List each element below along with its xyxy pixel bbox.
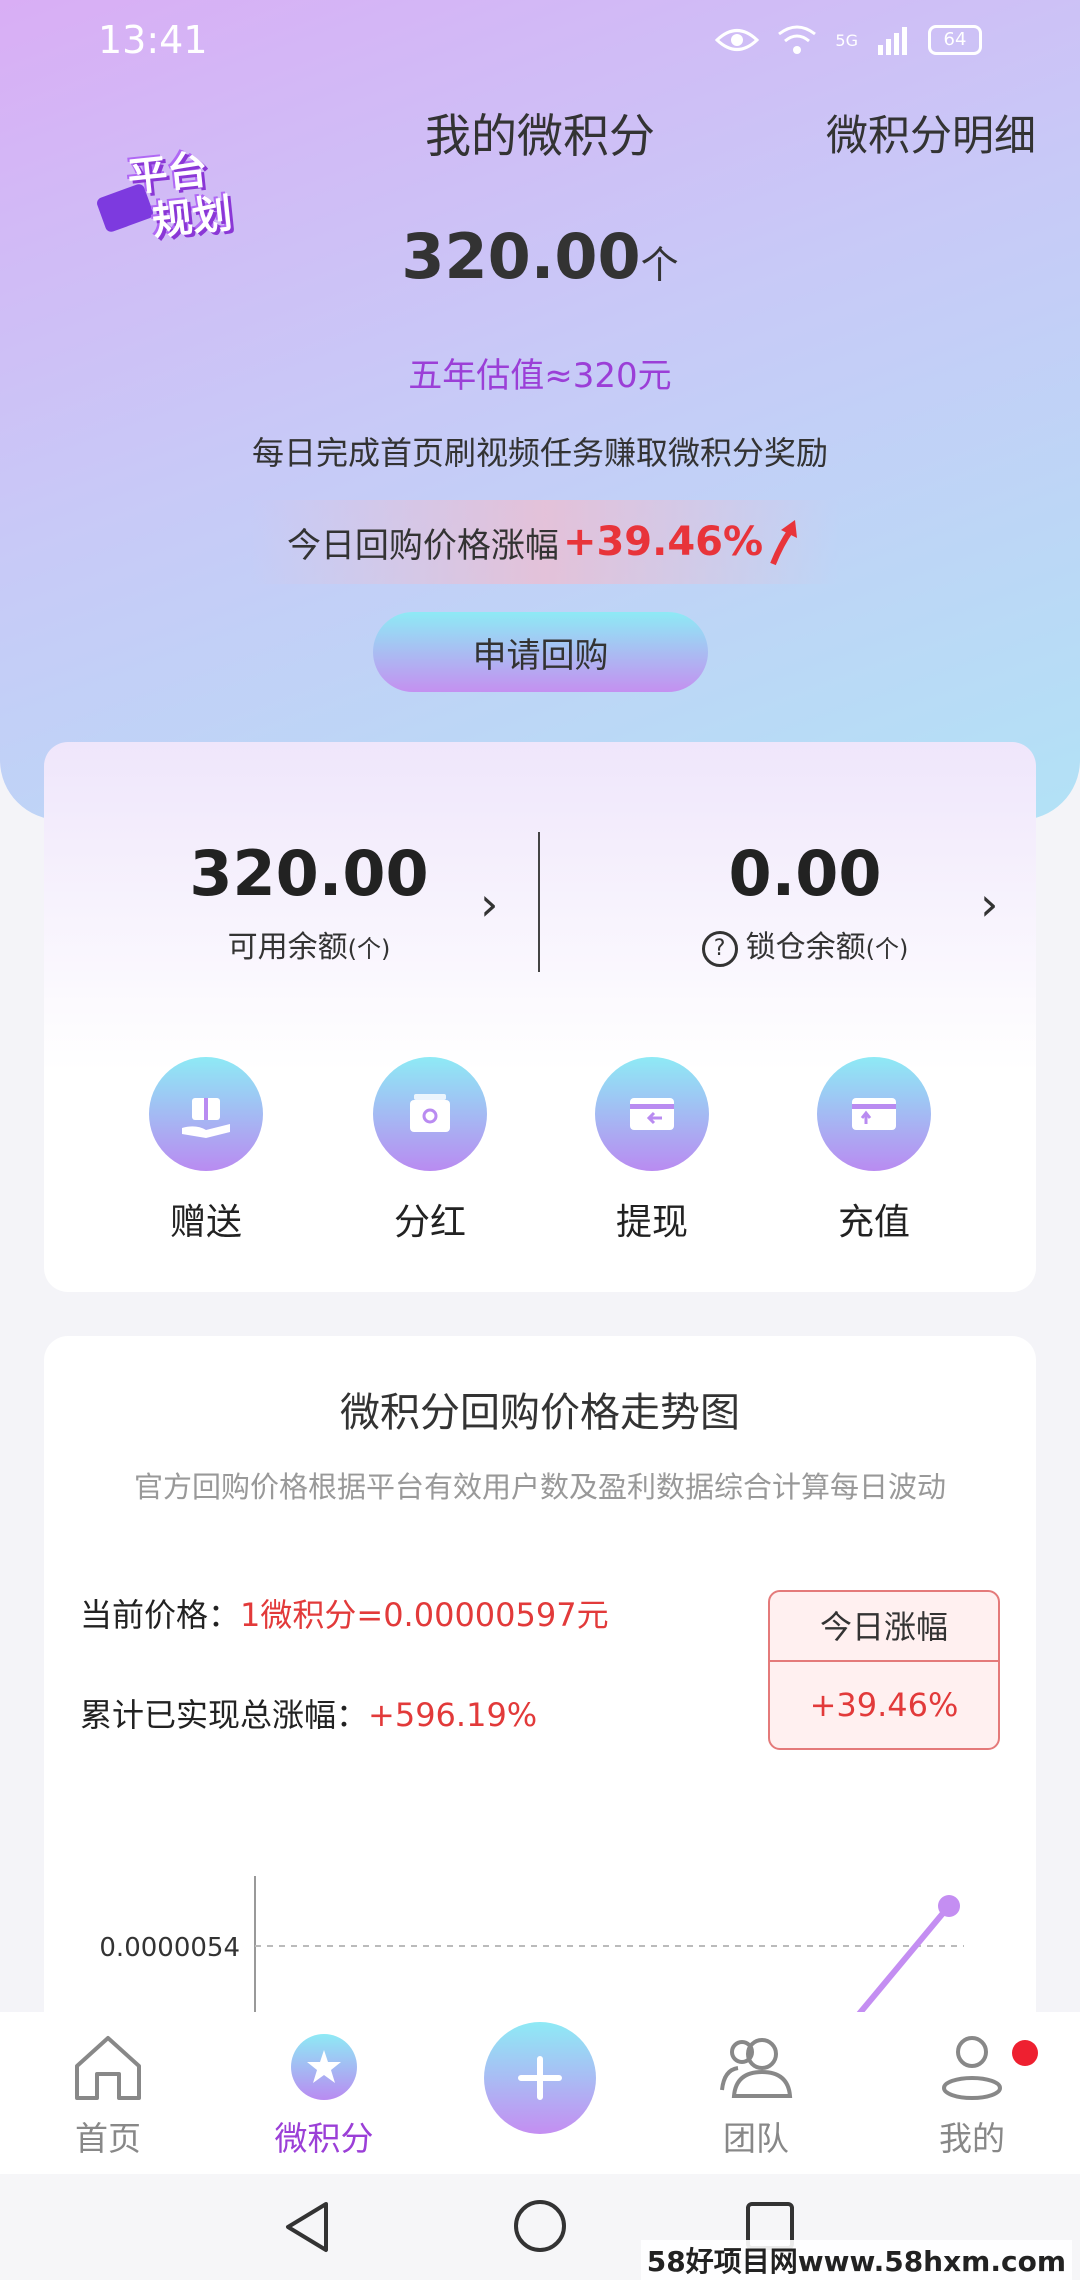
status-bar: 13:41 5G 64 — [0, 0, 1080, 80]
gift-icon — [149, 1057, 263, 1171]
wifi-icon — [778, 25, 817, 54]
action-dividend[interactable]: 分红 — [340, 1057, 520, 1245]
locked-balance[interactable]: 0.00 ? 锁仓余额(个) — [570, 837, 1040, 967]
user-icon — [942, 2036, 1002, 2100]
five-year-estimate: 五年估值≈320元 — [408, 356, 672, 396]
battery-icon: 64 — [928, 25, 982, 55]
dividend-icon — [373, 1057, 487, 1171]
watermark: 58好项目网www.58hxm.com — [640, 2240, 1072, 2280]
data-point — [938, 1895, 960, 1917]
trend-title: 微积分回购价格走势图 — [340, 1390, 740, 1436]
points-detail-link[interactable]: 微积分明细 — [826, 102, 1036, 163]
system-nav-bar: 58好项目网www.58hxm.com — [0, 2174, 1080, 2280]
action-gift[interactable]: 赠送 — [116, 1057, 296, 1245]
available-balance[interactable]: 320.00 可用余额(个) — [74, 837, 544, 966]
home-icon — [75, 2036, 141, 2100]
price-trend-chart: 0.00000540.0000045 — [99, 1876, 964, 2016]
notification-dot — [1012, 2040, 1038, 2066]
recharge-icon — [817, 1057, 931, 1171]
add-button[interactable] — [484, 2022, 596, 2134]
eye-icon — [715, 29, 760, 51]
today-rise-box: 今日涨幅 +39.46% — [768, 1590, 1000, 1750]
home-circle-icon[interactable] — [512, 2198, 568, 2254]
total-rise: 累计已实现总涨幅：+596.19% — [80, 1696, 538, 1734]
points-amount: 320.00个 — [401, 220, 679, 293]
today-rise-banner: 今日回购价格涨幅 +39.46% — [250, 500, 840, 584]
tab-home[interactable]: 首页 — [28, 2032, 188, 2160]
question-icon[interactable]: ? — [701, 930, 738, 967]
signal-5g-label: 5G — [835, 30, 858, 50]
back-icon[interactable] — [282, 2200, 332, 2254]
task-description: 每日完成首页刷视频任务赚取微积分奖励 — [251, 434, 828, 472]
balance-divider — [538, 832, 540, 972]
apply-buyback-button[interactable]: 申请回购 — [373, 612, 708, 692]
withdraw-icon — [595, 1057, 709, 1171]
tab-team[interactable]: 团队 — [676, 2032, 836, 2160]
y-tick-label: 0.0000054 — [99, 1933, 240, 1963]
signal-icon — [878, 27, 907, 55]
chevron-right-icon[interactable]: › — [980, 877, 998, 931]
action-recharge[interactable]: 充值 — [784, 1057, 964, 1245]
plus-icon — [518, 2056, 562, 2100]
current-price: 当前价格：1微积分=0.00000597元 — [80, 1596, 609, 1634]
trend-subtitle: 官方回购价格根据平台有效用户数及盈利数据综合计算每日波动 — [133, 1470, 946, 1504]
star-icon — [291, 2034, 357, 2100]
bottom-tab-bar: 首页 微积分 团队 我的 — [0, 2012, 1080, 2174]
trend-line — [853, 1903, 952, 2016]
team-icon — [720, 2038, 793, 2098]
action-withdraw[interactable]: 提现 — [562, 1057, 742, 1245]
tab-points[interactable]: 微积分 — [244, 2032, 404, 2160]
chevron-right-icon[interactable]: › — [480, 877, 498, 931]
balance-card: 320.00 可用余额(个) › 0.00 ? 锁仓余额(个) › 赠送 分红 提… — [44, 742, 1036, 1292]
status-time: 13:41 — [98, 18, 208, 62]
up-arrow-icon — [770, 520, 798, 566]
